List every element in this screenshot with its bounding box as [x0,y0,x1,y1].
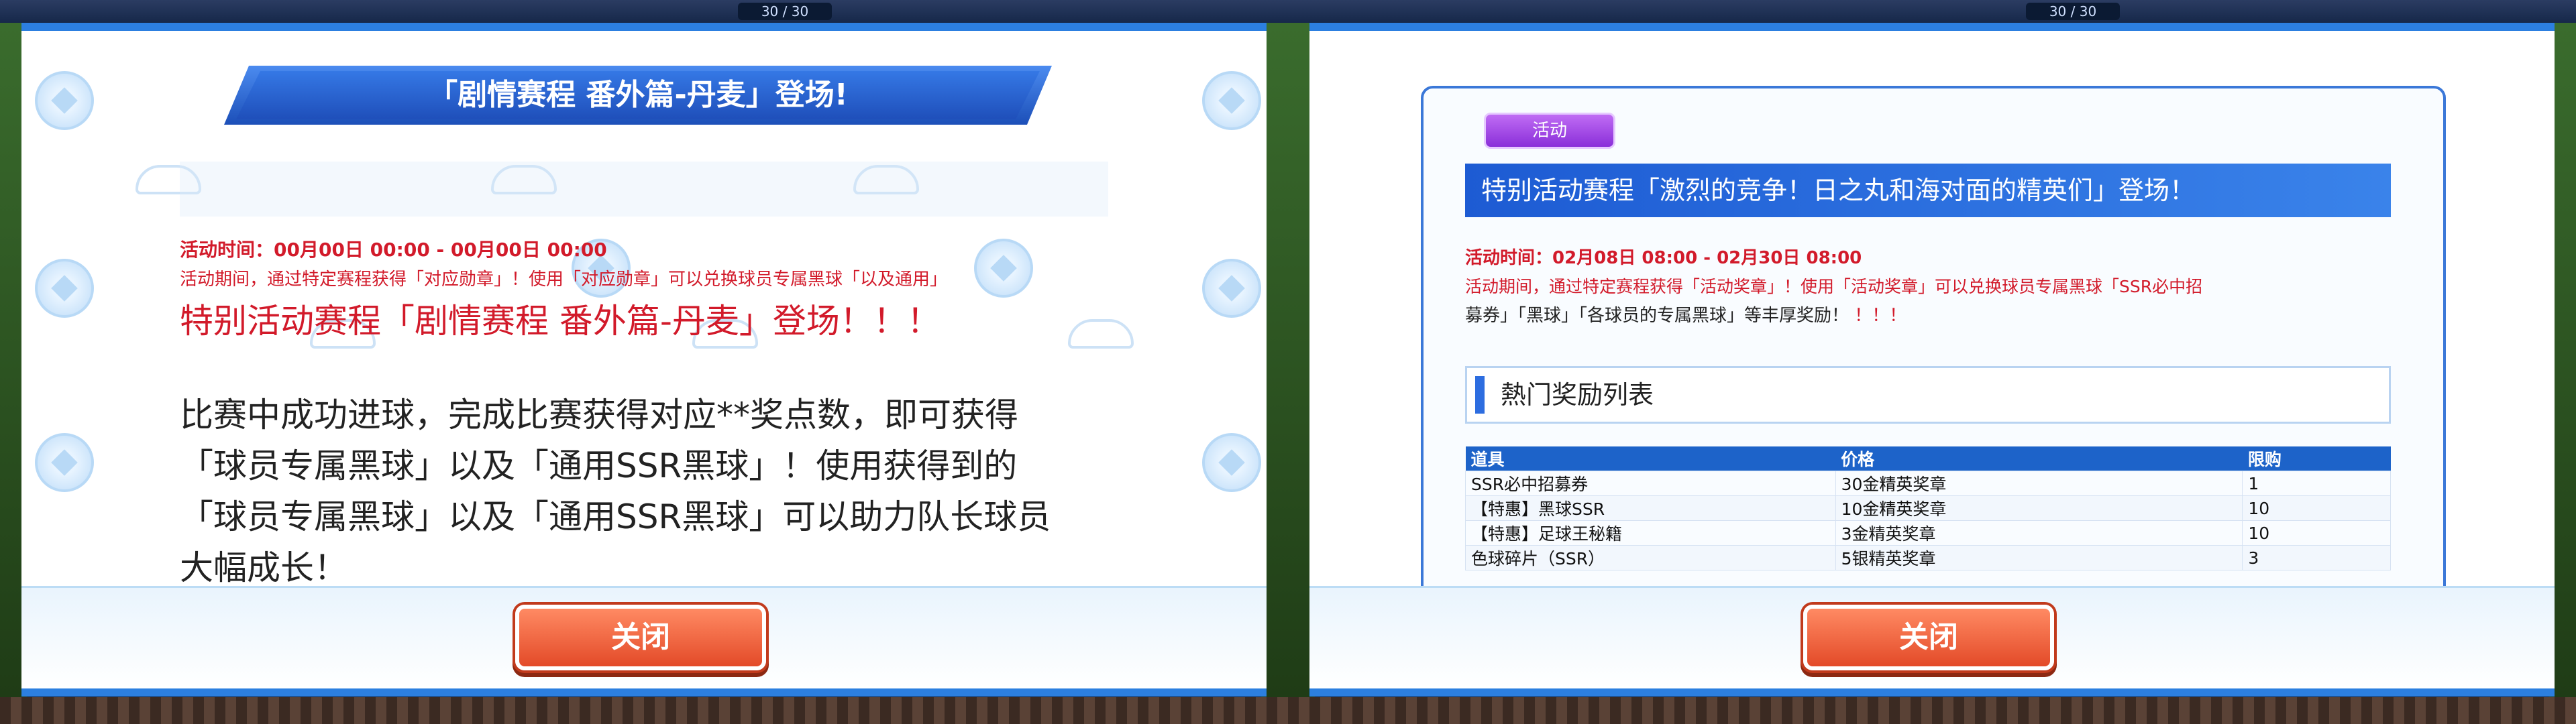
soccer-ball-icon [1202,433,1261,492]
background-stadium-crowd [1288,697,2576,724]
section-title: 熱门奖励列表 [1501,380,1654,410]
modal-footer: 关闭 [21,586,1267,688]
column-item: 道具 [1465,446,1836,471]
item-cell: SSR必中招募券 [1465,471,1836,496]
description-text: 募券」「黑球」「各球员的专属黑球」等丰厚奖励！ [1465,306,1849,326]
close-button[interactable]: 关闭 [515,605,766,670]
close-button[interactable]: 关闭 [1803,605,2054,670]
price-cell: 3金精英奖章 [1835,520,2243,546]
description-exclaim: ！！！ [1854,306,1907,326]
stamina-counter: 30 / 30 [738,3,832,20]
item-cell: 【特惠】足球王秘籍 [1465,520,1836,546]
section-accent [1475,376,1485,414]
event-image-placeholder [180,162,1108,217]
event-tag: 活动 [1484,113,1615,149]
soccer-ball-icon [974,239,1033,298]
column-price: 价格 [1835,446,2243,471]
soccer-ball-icon [1202,71,1261,130]
limit-cell: 10 [2242,495,2391,521]
table-row: 【特惠】黑球SSR 10金精英奖章 10 [1465,495,2391,521]
limit-cell: 3 [2242,545,2391,570]
left-screen: 30 / 30 「剧情赛程 番外篇-丹麦」登场! 活动时间：00月00日 00:… [0,0,1288,724]
boot-icon [1068,319,1134,349]
rewards-table: 道具 价格 限购 SSR必中招募券 30金精英奖章 1 【特惠】黑球SSR 10… [1465,446,2391,570]
body-line-1: 比赛中成功进球，完成比赛获得对应**奖点数，即可获得 [180,396,1018,434]
top-hud-bar: 30 / 30 [1288,0,2576,23]
price-cell: 30金精英奖章 [1835,471,2243,496]
body-line-2: 「球员专属黑球」以及「通用SSR黑球」！使用获得到的 [180,446,1018,485]
price-cell: 5银精英奖章 [1835,545,2243,570]
event-description: 活动期间，通过特定赛程获得「对应勋章」！使用「对应勋章」可以兑换球员专属黑球「以… [180,269,948,290]
table-row: SSR必中招募券 30金精英奖章 1 [1465,471,2391,496]
soccer-ball-icon [35,259,94,318]
event-headline: 特别活动赛程「剧情赛程 番外篇-丹麦」登场！！！ [180,302,941,341]
news-modal: 「剧情赛程 番外篇-丹麦」登场! 活动时间：00月00日 00:00 - 00月… [21,23,1267,697]
stamina-counter: 30 / 30 [2026,3,2120,20]
body-line-3: 「球员专属黑球」以及「通用SSR黑球」可以助力队长球员 [180,497,1051,536]
price-cell: 10金精英奖章 [1835,495,2243,521]
soccer-ball-icon [35,433,94,492]
table-row: 色球碎片（SSR） 5银精英奖章 3 [1465,545,2391,570]
background-stadium-crowd [0,697,1288,724]
event-description-line-1: 活动期间，通过特定赛程获得「活动奖章」！使用「活动奖章」可以兑换球员专属黑球「S… [1465,277,2203,296]
item-cell: 【特惠】黑球SSR [1465,495,1836,521]
top-hud-bar: 30 / 30 [0,0,1288,23]
news-modal: 活动 特别活动赛程「激烈的竞争！日之丸和海对面的精英们」登场！ 活动时间：02月… [1309,23,2555,697]
event-title: 特别活动赛程「激烈的竞争！日之丸和海对面的精英们」登场！ [1465,164,2391,217]
event-period: 活动时间：02月08日 08:00 - 02月30日 08:00 [1465,248,1862,268]
right-screen: 30 / 30 活动 特别活动赛程「激烈的竞争！日之丸和海对面的精英们」登场！ … [1288,0,2576,724]
table-header-row: 道具 价格 限购 [1465,446,2391,471]
column-limit: 限购 [2242,446,2391,471]
rewards-section-header: 熱门奖励列表 [1465,366,2391,424]
limit-cell: 10 [2242,520,2391,546]
soccer-ball-icon [35,71,94,130]
modal-footer: 关闭 [1309,586,2555,688]
item-cell: 色球碎片（SSR） [1465,545,1836,570]
soccer-ball-icon [1202,259,1261,318]
table-row: 【特惠】足球王秘籍 3金精英奖章 10 [1465,520,2391,546]
event-period: 活动时间：00月00日 00:00 - 00月00日 00:00 [180,239,607,261]
event-description-line-2: 募券」「黑球」「各球员的专属黑球」等丰厚奖励！ ！！！ [1465,302,1907,326]
banner-title: 「剧情赛程 番外篇-丹麦」登场! [428,78,848,112]
limit-cell: 1 [2242,471,2391,496]
